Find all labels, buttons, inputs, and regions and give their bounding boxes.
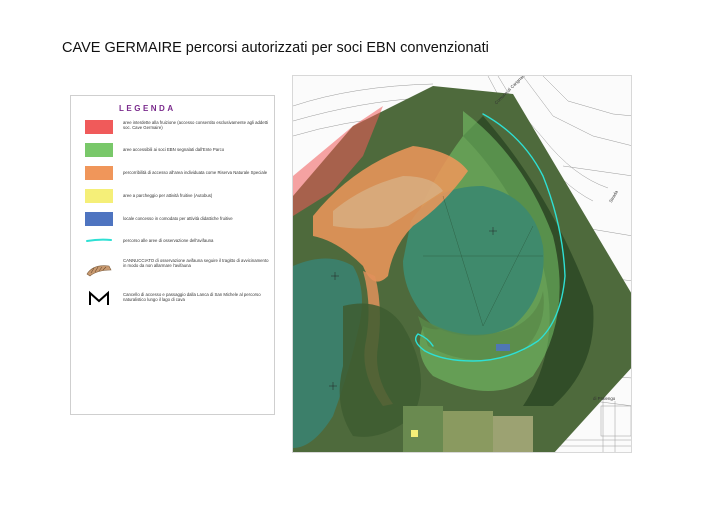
legend-swatch-accessible: [85, 143, 113, 157]
legend-text-gate: Cancello di accesso e passaggio dalla La…: [123, 292, 261, 303]
legend-text-blind: CANNUCCIATO di osservazione avifauna seg…: [123, 258, 269, 269]
legend-item-building: locale concesso in comodato per attività…: [85, 212, 270, 230]
legend-text-restricted: aree interdette alla fruizione (accesso …: [123, 120, 268, 131]
legend-swatch-building: [85, 212, 113, 226]
legend-path-line-icon: [86, 238, 112, 242]
road-label-south: di Pralengo: [593, 396, 616, 401]
gate-icon: [89, 290, 109, 305]
quarry-map: Comune di Carignano Strada di Pralengo: [292, 75, 632, 453]
legend-swatch-restricted: [85, 120, 113, 134]
legend-item-restricted: aree interdette alla fruizione (accesso …: [85, 120, 270, 138]
legend-text-path: percorso alle aree di osservazione dell'…: [123, 238, 214, 243]
legend-item-path: percorso alle aree di osservazione dell'…: [85, 234, 270, 252]
legend-text-accessible: aree accessibili ai soci EBN segnalati d…: [123, 147, 225, 152]
legend-text-parking: aree a parcheggio per attività fruitive …: [123, 193, 213, 198]
legend-item-reserve-access: percorribilità di accesso all'area indiv…: [85, 166, 270, 184]
page-title: CAVE GERMAIRE percorsi autorizzati per s…: [62, 40, 489, 56]
legend-text-reserve-access: percorribilità di accesso all'area indiv…: [123, 170, 268, 175]
legend-item-blind: CANNUCCIATO di osservazione avifauna seg…: [85, 258, 270, 284]
legend-text-building: locale concesso in comodato per attività…: [123, 216, 233, 221]
map-drawing: [293, 76, 631, 452]
legend-item-gate: Cancello di accesso e passaggio dalla La…: [85, 290, 270, 316]
legend-title: LEGENDA: [119, 104, 176, 113]
legend-swatch-parking: [85, 189, 113, 203]
bird-blind-icon: [86, 265, 112, 277]
legend-item-accessible: aree accessibili ai soci EBN segnalati d…: [85, 143, 270, 161]
legend-panel: LEGENDA aree interdette alla fruizione (…: [70, 95, 275, 415]
legend-swatch-reserve-access: [85, 166, 113, 180]
legend-item-parking: aree a parcheggio per attività fruitive …: [85, 189, 270, 207]
